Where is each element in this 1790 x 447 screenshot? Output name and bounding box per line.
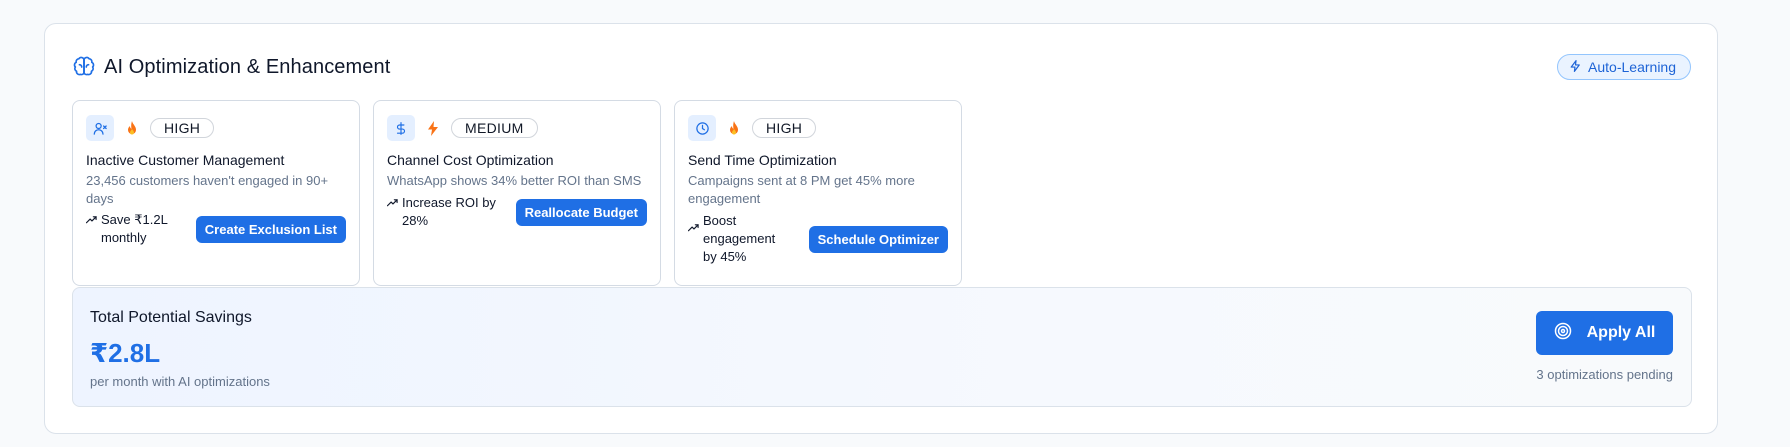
- card-description: 23,456 customers haven't engaged in 90+ …: [86, 173, 329, 206]
- priority-badge: HIGH: [752, 118, 817, 138]
- impact-text: Increase ROI by 28%: [402, 195, 496, 228]
- lightning-icon: [1569, 59, 1582, 76]
- panel-title: AI Optimization & Enhancement: [104, 55, 391, 78]
- optimization-cards: HIGH Inactive Customer Management 23,456…: [72, 100, 962, 286]
- target-icon: [1554, 322, 1572, 345]
- priority-badge: HIGH: [150, 118, 215, 138]
- auto-learning-badge: Auto-Learning: [1557, 54, 1691, 80]
- fire-icon: [124, 119, 140, 137]
- trending-up-icon: [86, 216, 97, 224]
- trending-up-icon: [387, 199, 398, 207]
- card-footer: Save ₹1.2L monthly Create Exclusion List: [86, 211, 346, 247]
- pending-count: 3 optimizations pending: [1536, 367, 1673, 382]
- card-description: WhatsApp shows 34% better ROI than SMS: [387, 173, 642, 188]
- brain-icon: [73, 56, 95, 78]
- optimization-card-send-time: HIGH Send Time Optimization Campaigns se…: [674, 100, 962, 286]
- user-x-icon: [86, 115, 114, 141]
- fire-icon: [726, 119, 742, 137]
- impact: Increase ROI by 28%: [387, 194, 497, 230]
- card-title: Inactive Customer Management: [86, 152, 285, 168]
- card-top: HIGH: [86, 115, 346, 141]
- impact: Boost engagement by 45%: [688, 212, 792, 266]
- reallocate-budget-button[interactable]: Reallocate Budget: [515, 198, 647, 226]
- savings-summary: Total Potential Savings ₹2.8L per month …: [72, 287, 1692, 407]
- dollar-icon: [387, 115, 415, 141]
- savings-amount: ₹2.8L: [90, 338, 161, 368]
- create-exclusion-list-button[interactable]: Create Exclusion List: [195, 215, 346, 243]
- impact-text: Save ₹1.2L monthly: [101, 212, 168, 245]
- panel-header: AI Optimization & Enhancement Auto-Learn…: [73, 52, 1691, 82]
- optimization-card-channel-cost: MEDIUM Channel Cost Optimization WhatsAp…: [373, 100, 661, 286]
- savings-label: Total Potential Savings: [90, 309, 252, 326]
- card-top: MEDIUM: [387, 115, 647, 141]
- card-title: Channel Cost Optimization: [387, 152, 554, 168]
- card-description: Campaigns sent at 8 PM get 45% more enga…: [688, 173, 915, 206]
- card-footer: Increase ROI by 28% Reallocate Budget: [387, 194, 647, 230]
- auto-learning-label: Auto-Learning: [1588, 59, 1676, 75]
- priority-badge: MEDIUM: [451, 118, 538, 138]
- apply-all-button[interactable]: Apply All: [1536, 311, 1673, 355]
- impact: Save ₹1.2L monthly: [86, 211, 176, 247]
- bolt-icon: [425, 119, 441, 137]
- card-footer: Boost engagement by 45% Schedule Optimiz…: [688, 212, 948, 266]
- title-wrap: AI Optimization & Enhancement: [73, 56, 390, 79]
- clock-icon: [688, 115, 716, 141]
- impact-text: Boost engagement by 45%: [703, 213, 776, 264]
- schedule-optimizer-button[interactable]: Schedule Optimizer: [808, 225, 948, 253]
- card-title: Send Time Optimization: [688, 152, 837, 168]
- apply-all-label: Apply All: [1586, 324, 1656, 341]
- card-top: HIGH: [688, 115, 948, 141]
- savings-subtitle: per month with AI optimizations: [90, 374, 270, 389]
- ai-optimization-panel: AI Optimization & Enhancement Auto-Learn…: [44, 23, 1718, 434]
- trending-up-icon: [688, 224, 699, 232]
- optimization-card-inactive-customers: HIGH Inactive Customer Management 23,456…: [72, 100, 360, 286]
